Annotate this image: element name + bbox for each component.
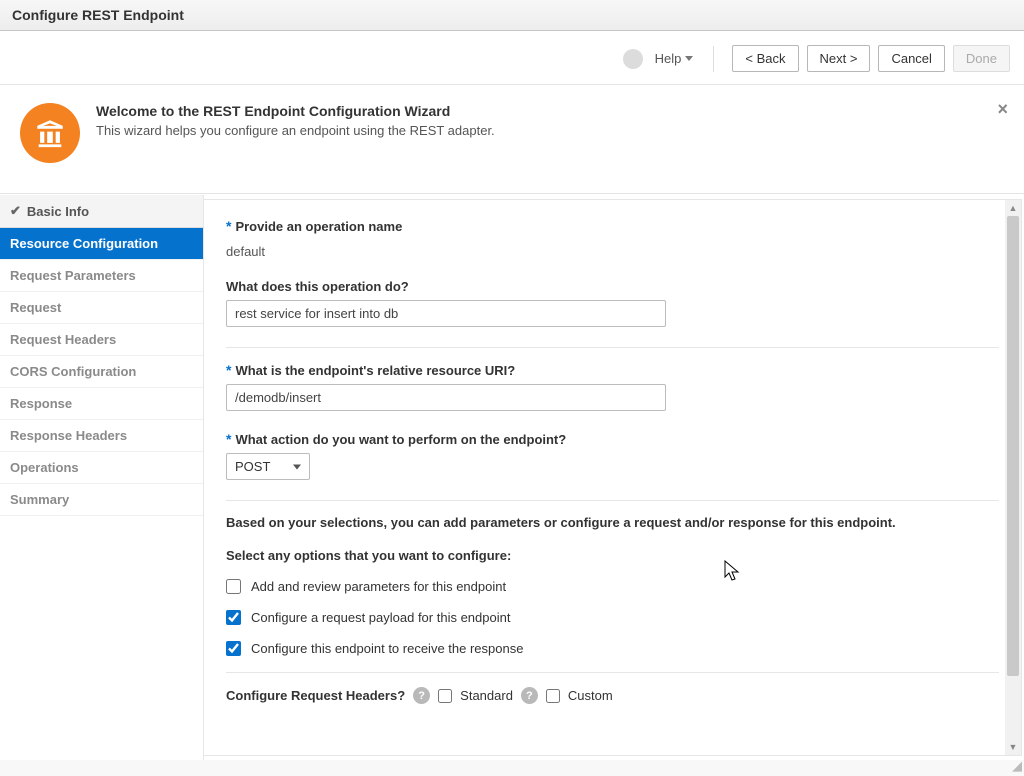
resize-grip-icon[interactable]: ◢ xyxy=(1012,758,1022,774)
required-star-icon: * xyxy=(226,431,231,447)
help-icon[interactable]: ? xyxy=(521,687,538,704)
request-headers-label: Configure Request Headers? xyxy=(226,688,405,703)
resource-uri-label: What is the endpoint's relative resource… xyxy=(235,363,515,378)
receive-response-label[interactable]: Configure this endpoint to receive the r… xyxy=(251,641,523,656)
welcome-title: Welcome to the REST Endpoint Configurati… xyxy=(96,103,495,119)
resource-uri-input[interactable] xyxy=(226,384,666,411)
http-action-select[interactable]: POST xyxy=(226,453,310,480)
form-panel: * Provide an operation name default What… xyxy=(204,199,1022,756)
required-star-icon: * xyxy=(226,362,231,378)
custom-headers-label: Custom xyxy=(568,688,613,703)
configure-request-payload-label[interactable]: Configure a request payload for this end… xyxy=(251,610,510,625)
cursor-icon xyxy=(724,560,742,582)
standard-headers-checkbox[interactable] xyxy=(438,689,452,703)
request-headers-row: Configure Request Headers? ? Standard ? … xyxy=(226,687,999,704)
sidebar-item-summary[interactable]: Summary xyxy=(0,484,203,516)
add-review-params-label[interactable]: Add and review parameters for this endpo… xyxy=(251,579,506,594)
sidebar-item-response-headers[interactable]: Response Headers xyxy=(0,420,203,452)
operation-desc-label: What does this operation do? xyxy=(226,279,409,294)
user-avatar-icon xyxy=(623,49,643,69)
welcome-panel: Welcome to the REST Endpoint Configurati… xyxy=(0,85,1024,194)
sidebar-item-response[interactable]: Response xyxy=(0,388,203,420)
scrollbar[interactable]: ▲ ▼ xyxy=(1005,200,1021,755)
close-icon[interactable]: × xyxy=(997,99,1008,120)
help-dropdown[interactable]: Help xyxy=(655,51,694,66)
custom-headers-checkbox[interactable] xyxy=(546,689,560,703)
add-review-params-checkbox[interactable] xyxy=(226,579,241,594)
wizard-icon xyxy=(20,103,80,163)
info-text: Based on your selections, you can add pa… xyxy=(226,515,999,530)
welcome-text: Welcome to the REST Endpoint Configurati… xyxy=(96,103,495,138)
wizard-toolbar: Help < Back Next > Cancel Done xyxy=(0,31,1024,85)
sidebar-item-request-headers[interactable]: Request Headers xyxy=(0,324,203,356)
required-star-icon: * xyxy=(226,218,231,234)
sidebar-item-request[interactable]: Request xyxy=(0,292,203,324)
back-button[interactable]: < Back xyxy=(732,45,798,72)
cancel-button[interactable]: Cancel xyxy=(878,45,944,72)
wizard-step-sidebar: Basic Info Resource Configuration Reques… xyxy=(0,195,204,760)
sidebar-item-operations[interactable]: Operations xyxy=(0,452,203,484)
sidebar-item-cors-configuration[interactable]: CORS Configuration xyxy=(0,356,203,388)
scroll-up-icon[interactable]: ▲ xyxy=(1005,200,1021,216)
section-divider xyxy=(226,672,999,673)
standard-headers-label: Standard xyxy=(460,688,513,703)
action-label: What action do you want to perform on th… xyxy=(235,432,566,447)
sidebar-item-resource-configuration[interactable]: Resource Configuration xyxy=(0,228,203,260)
scroll-thumb[interactable] xyxy=(1007,216,1019,676)
scroll-down-icon[interactable]: ▼ xyxy=(1005,739,1021,755)
toolbar-separator xyxy=(713,46,714,72)
window-title: Configure REST Endpoint xyxy=(0,0,1024,31)
done-button: Done xyxy=(953,45,1010,72)
operation-desc-input[interactable] xyxy=(226,300,666,327)
operation-name-value: default xyxy=(226,240,999,259)
configure-options-label: Select any options that you want to conf… xyxy=(226,548,999,563)
sidebar-item-basic-info[interactable]: Basic Info xyxy=(0,195,203,228)
section-divider xyxy=(226,500,999,501)
configure-request-payload-checkbox[interactable] xyxy=(226,610,241,625)
receive-response-checkbox[interactable] xyxy=(226,641,241,656)
wizard-body: Basic Info Resource Configuration Reques… xyxy=(0,194,1024,760)
sidebar-item-request-parameters[interactable]: Request Parameters xyxy=(0,260,203,292)
section-divider xyxy=(226,347,999,348)
help-icon[interactable]: ? xyxy=(413,687,430,704)
chevron-down-icon xyxy=(685,56,693,61)
operation-name-label: Provide an operation name xyxy=(235,219,402,234)
welcome-subtitle: This wizard helps you configure an endpo… xyxy=(96,123,495,138)
help-label: Help xyxy=(655,51,682,66)
next-button[interactable]: Next > xyxy=(807,45,871,72)
